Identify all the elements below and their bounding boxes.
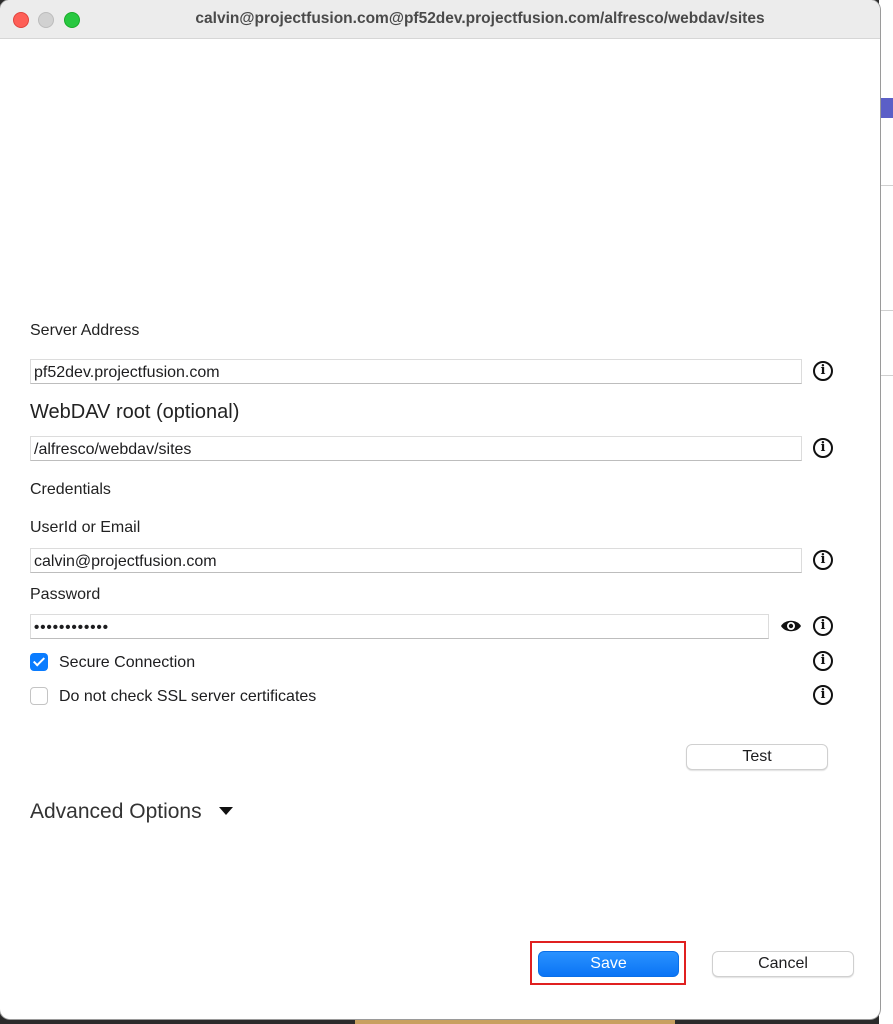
minimize-window-button[interactable]	[38, 12, 54, 28]
background-app-bar	[879, 98, 893, 118]
credentials-heading: Credentials	[30, 481, 111, 498]
cancel-button[interactable]: Cancel	[712, 951, 854, 977]
window-title: calvin@projectfusion.com@pf52dev.project…	[195, 10, 765, 27]
password-label: Password	[30, 586, 101, 603]
background-divider	[879, 185, 893, 186]
webdav-root-label: WebDAV root (optional)	[30, 401, 240, 423]
info-icon[interactable]: i	[813, 651, 833, 671]
title-bar: calvin@projectfusion.com@pf52dev.project…	[0, 0, 880, 39]
close-window-button[interactable]	[13, 12, 29, 28]
password-field[interactable]: ••••••••••••	[30, 614, 769, 639]
server-address-label: Server Address	[30, 322, 140, 339]
test-button[interactable]: Test	[686, 744, 828, 770]
secure-connection-checkbox[interactable]	[30, 653, 48, 671]
userid-field[interactable]: calvin@projectfusion.com	[30, 548, 802, 573]
skip-ssl-check-checkbox[interactable]	[30, 687, 48, 705]
info-icon[interactable]: i	[813, 361, 833, 381]
caret-down-icon[interactable]	[219, 807, 233, 815]
info-icon[interactable]: i	[813, 438, 833, 458]
skip-ssl-check-label[interactable]: Do not check SSL server certificates	[59, 688, 316, 706]
eye-icon[interactable]	[780, 618, 802, 634]
background-divider	[879, 310, 893, 311]
info-icon[interactable]: i	[813, 616, 833, 636]
userid-label: UserId or Email	[30, 519, 141, 536]
background-divider	[879, 375, 893, 376]
info-icon[interactable]: i	[813, 550, 833, 570]
advanced-options-toggle[interactable]: Advanced Options	[30, 800, 202, 824]
dialog-window: calvin@projectfusion.com@pf52dev.project…	[0, 0, 880, 1019]
secure-connection-label[interactable]: Secure Connection	[59, 654, 195, 672]
webdav-root-field[interactable]: /alfresco/webdav/sites	[30, 436, 802, 461]
background-app	[879, 0, 893, 1024]
server-address-field[interactable]: pf52dev.projectfusion.com	[30, 359, 802, 384]
maximize-window-button[interactable]	[64, 12, 80, 28]
save-button[interactable]: Save	[538, 951, 679, 977]
info-icon[interactable]: i	[813, 685, 833, 705]
